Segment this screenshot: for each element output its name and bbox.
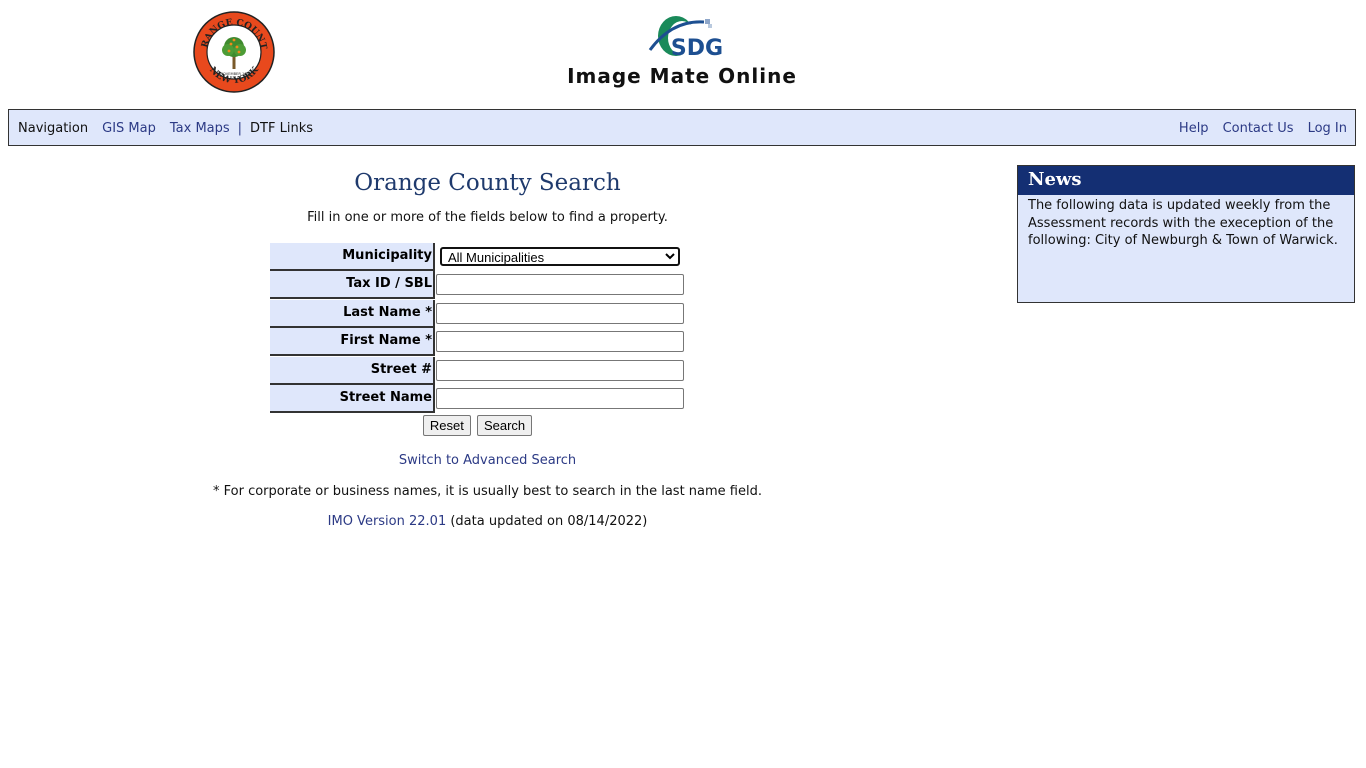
form-buttons: Reset Search	[270, 415, 685, 436]
nav-dtf-links[interactable]: DTF Links	[250, 121, 313, 136]
form-row-municipality: Municipality All Municipalities	[270, 243, 685, 271]
search-form: Municipality All Municipalities Tax ID /…	[270, 243, 685, 436]
street-number-input[interactable]	[436, 359, 684, 381]
municipality-select[interactable]: All Municipalities	[440, 247, 680, 266]
nav-contact-us-link[interactable]: Contact Us	[1223, 121, 1294, 136]
last-name-input[interactable]	[436, 302, 684, 324]
nav-log-in-link[interactable]: Log In	[1308, 121, 1347, 136]
orange-county-seal: ORANGE COUNTY NEW YORK 1 NOVEMBER 1683	[189, 4, 275, 93]
form-row-street-number: Street #	[270, 356, 685, 385]
nav-help-link[interactable]: Help	[1179, 121, 1209, 136]
brand-title: Image Mate Online	[567, 64, 797, 88]
brand-header: SDG Image Mate Online	[560, 10, 804, 92]
first-name-label: First Name *	[270, 328, 435, 357]
nav-label: Navigation	[18, 121, 89, 136]
form-row-tax-id: Tax ID / SBL	[270, 271, 685, 300]
form-row-first-name: First Name *	[270, 328, 685, 357]
news-body: The following data is updated weekly fro…	[1028, 198, 1338, 248]
street-number-label: Street #	[270, 356, 435, 385]
news-title: News	[1018, 166, 1354, 195]
search-button[interactable]: Search	[476, 415, 533, 436]
search-instructions: Fill in one or more of the fields below …	[307, 210, 668, 225]
page-title: Orange County Search	[354, 170, 621, 196]
nav-separator: |	[237, 121, 243, 136]
version-line: IMO Version 22.01 (data updated on 08/14…	[190, 514, 785, 529]
first-name-input[interactable]	[436, 331, 684, 353]
sdg-logo: SDG	[648, 16, 723, 61]
seal-date-text: 1 NOVEMBER 1683	[217, 72, 251, 76]
sdg-logo-text: SDG	[671, 36, 723, 61]
data-updated-note: (data updated on 08/14/2022)	[446, 514, 648, 529]
form-row-street-name: Street Name	[270, 384, 685, 413]
last-name-label: Last Name *	[270, 299, 435, 328]
business-name-footnote: * For corporate or business names, it is…	[213, 484, 762, 499]
advanced-search-link[interactable]: Switch to Advanced Search	[190, 453, 785, 468]
street-name-input[interactable]	[436, 387, 684, 409]
municipality-label: Municipality	[270, 243, 435, 271]
nav-tax-maps-link[interactable]: Tax Maps	[170, 121, 230, 136]
search-panel: Orange County Search Fill in one or more…	[190, 166, 785, 529]
imo-version-link[interactable]: IMO Version 22.01	[328, 514, 447, 529]
tax-id-input[interactable]	[436, 274, 684, 296]
navigation-bar: Navigation GIS Map Tax Maps | DTF Links …	[8, 109, 1356, 146]
tax-id-label: Tax ID / SBL	[270, 271, 435, 300]
reset-button[interactable]: Reset	[422, 415, 471, 436]
nav-gis-map-link[interactable]: GIS Map	[102, 121, 156, 136]
form-row-last-name: Last Name *	[270, 299, 685, 328]
street-name-label: Street Name	[270, 384, 435, 413]
news-panel: News The following data is updated weekl…	[1017, 165, 1355, 303]
